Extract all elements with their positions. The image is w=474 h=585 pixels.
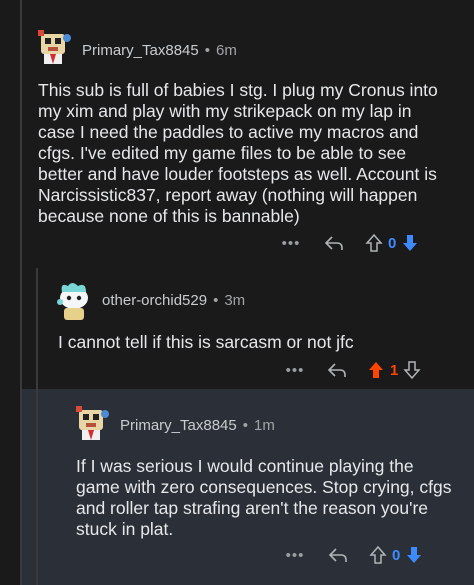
downvote-arrow-icon — [403, 235, 418, 251]
username[interactable]: other-orchid529 — [102, 292, 207, 309]
timestamp: 6m — [215, 42, 237, 59]
thread-line-level1-lower — [20, 389, 22, 585]
robot-avatar-icon — [76, 406, 109, 440]
reply-button[interactable] — [308, 362, 366, 378]
comment-header: other-orchid529 • 3m — [102, 292, 245, 309]
timestamp: 3m — [224, 292, 246, 309]
reply-icon — [324, 236, 343, 250]
score: 0 — [388, 234, 397, 252]
comment-header: Primary_Tax8845 • 6m — [82, 42, 237, 59]
reply-icon — [327, 363, 346, 377]
thread-line-level2 — [36, 268, 38, 389]
reply-button[interactable] — [304, 235, 364, 251]
separator-dot: • — [204, 42, 210, 59]
score: 0 — [392, 546, 401, 564]
username[interactable]: Primary_Tax8845 — [120, 417, 237, 434]
comment-body: If I was serious I would continue playin… — [76, 456, 452, 539]
downvote-button[interactable] — [402, 360, 422, 380]
reply-button[interactable] — [308, 547, 368, 563]
avatar[interactable] — [72, 404, 109, 444]
thread-line-level1 — [20, 0, 22, 389]
username[interactable]: Primary_Tax8845 — [82, 42, 199, 59]
robot-avatar-icon — [38, 30, 71, 64]
comment-body: I cannot tell if this is sarcasm or not … — [58, 332, 354, 352]
snoo-avatar-icon — [57, 283, 88, 320]
more-options-button[interactable]: ••• — [282, 547, 308, 564]
downvote-button[interactable] — [404, 545, 424, 565]
timestamp: 1m — [253, 417, 275, 434]
upvote-button[interactable] — [368, 545, 388, 565]
more-options-button[interactable]: ••• — [282, 362, 308, 379]
reply-icon — [328, 548, 347, 562]
more-options-button[interactable]: ••• — [278, 235, 304, 252]
downvote-arrow-icon — [403, 361, 421, 380]
avatar[interactable] — [34, 28, 71, 68]
upvote-arrow-icon — [369, 362, 383, 378]
comment-actions: ••• 0 — [278, 233, 420, 253]
upvote-arrow-icon — [369, 545, 387, 564]
upvote-button[interactable] — [366, 360, 386, 380]
comment-header: Primary_Tax8845 • 1m — [120, 417, 275, 434]
upvote-arrow-icon — [365, 233, 383, 252]
score: 1 — [390, 361, 399, 379]
thread-line-level2-lower — [36, 389, 38, 585]
upvote-button[interactable] — [364, 233, 384, 253]
comment-body: This sub is full of babies I stg. I plug… — [38, 80, 438, 226]
comment-actions: ••• 0 — [282, 545, 424, 565]
avatar[interactable] — [54, 280, 90, 320]
separator-dot: • — [242, 417, 248, 434]
downvote-arrow-icon — [407, 547, 422, 563]
comment-actions: ••• 1 — [282, 360, 422, 380]
downvote-button[interactable] — [400, 233, 420, 253]
separator-dot: • — [213, 292, 219, 309]
